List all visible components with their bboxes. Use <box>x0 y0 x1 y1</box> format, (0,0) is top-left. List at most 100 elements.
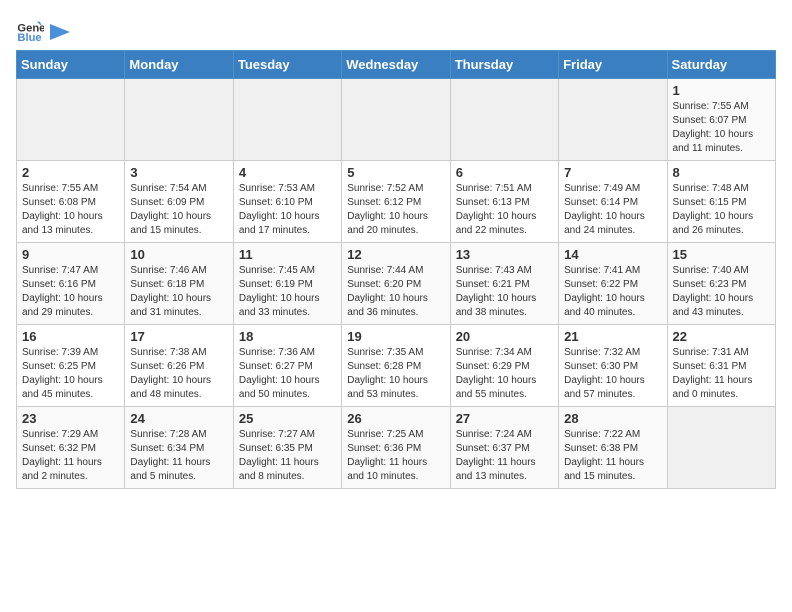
day-detail: Sunrise: 7:44 AM Sunset: 6:20 PM Dayligh… <box>347 265 428 318</box>
day-detail: Sunrise: 7:29 AM Sunset: 6:32 PM Dayligh… <box>22 429 102 482</box>
header-friday: Friday <box>559 51 667 79</box>
day-detail: Sunrise: 7:31 AM Sunset: 6:31 PM Dayligh… <box>673 347 753 400</box>
day-detail: Sunrise: 7:51 AM Sunset: 6:13 PM Dayligh… <box>456 183 537 236</box>
calendar-cell <box>342 79 450 161</box>
day-number: 6 <box>456 165 553 180</box>
calendar-cell: 22 Sunrise: 7:31 AM Sunset: 6:31 PM Dayli… <box>667 325 775 407</box>
header-monday: Monday <box>125 51 233 79</box>
day-number: 3 <box>130 165 227 180</box>
day-number: 10 <box>130 247 227 262</box>
day-detail: Sunrise: 7:34 AM Sunset: 6:29 PM Dayligh… <box>456 347 537 400</box>
day-detail: Sunrise: 7:45 AM Sunset: 6:19 PM Dayligh… <box>239 265 320 318</box>
calendar-cell: 20 Sunrise: 7:34 AM Sunset: 6:29 PM Dayli… <box>450 325 558 407</box>
day-number: 1 <box>673 83 770 98</box>
day-number: 26 <box>347 411 444 426</box>
calendar-cell: 28 Sunrise: 7:22 AM Sunset: 6:38 PM Dayli… <box>559 407 667 489</box>
calendar-cell <box>450 79 558 161</box>
header: General Blue <box>16 16 776 44</box>
day-number: 23 <box>22 411 119 426</box>
day-detail: Sunrise: 7:40 AM Sunset: 6:23 PM Dayligh… <box>673 265 754 318</box>
day-number: 16 <box>22 329 119 344</box>
calendar-cell: 25 Sunrise: 7:27 AM Sunset: 6:35 PM Dayli… <box>233 407 341 489</box>
calendar-cell: 17Sunrise: 7:38 AM Sunset: 6:26 PM Dayli… <box>125 325 233 407</box>
header-sunday: Sunday <box>17 51 125 79</box>
calendar-week-row: 16 Sunrise: 7:39 AM Sunset: 6:25 PM Dayli… <box>17 325 776 407</box>
day-number: 12 <box>347 247 444 262</box>
day-detail: Sunrise: 7:46 AM Sunset: 6:18 PM Dayligh… <box>130 265 211 318</box>
calendar-cell <box>667 407 775 489</box>
calendar-cell <box>233 79 341 161</box>
svg-text:Blue: Blue <box>17 32 41 44</box>
logo: General Blue <box>16 16 70 44</box>
calendar-cell: 27Sunrise: 7:24 AM Sunset: 6:37 PM Dayli… <box>450 407 558 489</box>
day-detail: Sunrise: 7:36 AM Sunset: 6:27 PM Dayligh… <box>239 347 320 400</box>
calendar-cell: 10 Sunrise: 7:46 AM Sunset: 6:18 PM Dayli… <box>125 243 233 325</box>
day-number: 17 <box>130 329 227 344</box>
day-number: 18 <box>239 329 336 344</box>
calendar-cell: 2Sunrise: 7:55 AM Sunset: 6:08 PM Daylig… <box>17 161 125 243</box>
calendar-cell <box>559 79 667 161</box>
header-thursday: Thursday <box>450 51 558 79</box>
calendar-week-row: 23 Sunrise: 7:29 AM Sunset: 6:32 PM Dayli… <box>17 407 776 489</box>
day-number: 22 <box>673 329 770 344</box>
day-detail: Sunrise: 7:55 AM Sunset: 6:07 PM Dayligh… <box>673 101 754 154</box>
day-number: 28 <box>564 411 661 426</box>
calendar-cell: 1 Sunrise: 7:55 AM Sunset: 6:07 PM Daylig… <box>667 79 775 161</box>
calendar-cell: 6 Sunrise: 7:51 AM Sunset: 6:13 PM Daylig… <box>450 161 558 243</box>
calendar-week-row: 9Sunrise: 7:47 AM Sunset: 6:16 PM Daylig… <box>17 243 776 325</box>
day-number: 8 <box>673 165 770 180</box>
calendar-cell: 3 Sunrise: 7:54 AM Sunset: 6:09 PM Daylig… <box>125 161 233 243</box>
calendar-cell: 16 Sunrise: 7:39 AM Sunset: 6:25 PM Dayli… <box>17 325 125 407</box>
logo-arrow-icon <box>50 24 70 40</box>
day-number: 2 <box>22 165 119 180</box>
calendar-week-row: 2Sunrise: 7:55 AM Sunset: 6:08 PM Daylig… <box>17 161 776 243</box>
calendar-cell: 26 Sunrise: 7:25 AM Sunset: 6:36 PM Dayli… <box>342 407 450 489</box>
day-number: 13 <box>456 247 553 262</box>
day-detail: Sunrise: 7:24 AM Sunset: 6:37 PM Dayligh… <box>456 429 536 482</box>
calendar-cell: 21Sunrise: 7:32 AM Sunset: 6:30 PM Dayli… <box>559 325 667 407</box>
day-detail: Sunrise: 7:39 AM Sunset: 6:25 PM Dayligh… <box>22 347 103 400</box>
day-detail: Sunrise: 7:27 AM Sunset: 6:35 PM Dayligh… <box>239 429 319 482</box>
day-number: 19 <box>347 329 444 344</box>
day-detail: Sunrise: 7:35 AM Sunset: 6:28 PM Dayligh… <box>347 347 428 400</box>
day-number: 24 <box>130 411 227 426</box>
logo-icon: General Blue <box>16 16 44 44</box>
calendar-cell: 5 Sunrise: 7:52 AM Sunset: 6:12 PM Daylig… <box>342 161 450 243</box>
calendar-table: SundayMondayTuesdayWednesdayThursdayFrid… <box>16 50 776 489</box>
calendar-week-row: 1 Sunrise: 7:55 AM Sunset: 6:07 PM Daylig… <box>17 79 776 161</box>
day-number: 15 <box>673 247 770 262</box>
day-detail: Sunrise: 7:52 AM Sunset: 6:12 PM Dayligh… <box>347 183 428 236</box>
header-saturday: Saturday <box>667 51 775 79</box>
calendar-cell: 11 Sunrise: 7:45 AM Sunset: 6:19 PM Dayli… <box>233 243 341 325</box>
day-number: 5 <box>347 165 444 180</box>
day-number: 4 <box>239 165 336 180</box>
calendar-cell: 13 Sunrise: 7:43 AM Sunset: 6:21 PM Dayli… <box>450 243 558 325</box>
day-detail: Sunrise: 7:54 AM Sunset: 6:09 PM Dayligh… <box>130 183 211 236</box>
calendar-cell <box>125 79 233 161</box>
day-detail: Sunrise: 7:25 AM Sunset: 6:36 PM Dayligh… <box>347 429 427 482</box>
calendar-header-row: SundayMondayTuesdayWednesdayThursdayFrid… <box>17 51 776 79</box>
day-detail: Sunrise: 7:43 AM Sunset: 6:21 PM Dayligh… <box>456 265 537 318</box>
day-number: 25 <box>239 411 336 426</box>
day-number: 11 <box>239 247 336 262</box>
calendar-cell: 9Sunrise: 7:47 AM Sunset: 6:16 PM Daylig… <box>17 243 125 325</box>
header-tuesday: Tuesday <box>233 51 341 79</box>
calendar-cell: 24Sunrise: 7:28 AM Sunset: 6:34 PM Dayli… <box>125 407 233 489</box>
day-detail: Sunrise: 7:41 AM Sunset: 6:22 PM Dayligh… <box>564 265 645 318</box>
day-detail: Sunrise: 7:49 AM Sunset: 6:14 PM Dayligh… <box>564 183 645 236</box>
calendar-cell: 18 Sunrise: 7:36 AM Sunset: 6:27 PM Dayli… <box>233 325 341 407</box>
day-number: 21 <box>564 329 661 344</box>
day-number: 14 <box>564 247 661 262</box>
calendar-cell: 14 Sunrise: 7:41 AM Sunset: 6:22 PM Dayli… <box>559 243 667 325</box>
day-number: 20 <box>456 329 553 344</box>
calendar-cell: 7 Sunrise: 7:49 AM Sunset: 6:14 PM Daylig… <box>559 161 667 243</box>
calendar-cell: 8 Sunrise: 7:48 AM Sunset: 6:15 PM Daylig… <box>667 161 775 243</box>
calendar-cell: 19 Sunrise: 7:35 AM Sunset: 6:28 PM Dayli… <box>342 325 450 407</box>
day-number: 7 <box>564 165 661 180</box>
calendar-cell: 15 Sunrise: 7:40 AM Sunset: 6:23 PM Dayli… <box>667 243 775 325</box>
calendar-cell: 23 Sunrise: 7:29 AM Sunset: 6:32 PM Dayli… <box>17 407 125 489</box>
day-detail: Sunrise: 7:48 AM Sunset: 6:15 PM Dayligh… <box>673 183 754 236</box>
calendar-cell: 4 Sunrise: 7:53 AM Sunset: 6:10 PM Daylig… <box>233 161 341 243</box>
day-detail: Sunrise: 7:53 AM Sunset: 6:10 PM Dayligh… <box>239 183 320 236</box>
day-detail: Sunrise: 7:22 AM Sunset: 6:38 PM Dayligh… <box>564 429 644 482</box>
